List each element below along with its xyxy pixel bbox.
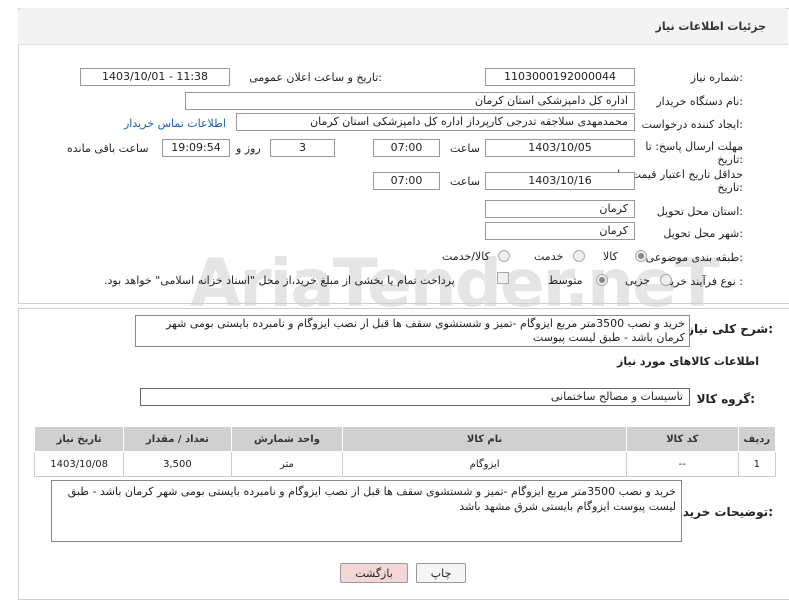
summary-label: شرح کلی نیاز: xyxy=(687,322,773,336)
buyer-notes-label: توضیحات خریدار: xyxy=(671,505,773,519)
back-button[interactable]: بازگشت xyxy=(340,563,408,583)
announce-label: تاریخ و ساعت اعلان عمومی: xyxy=(249,71,382,84)
days-label: روز و xyxy=(236,142,261,155)
deadline-label: مهلت ارسال پاسخ: تا xyxy=(645,140,743,153)
goods-section-title: اطلاعات کالاهای مورد نیاز xyxy=(617,355,759,368)
validity-time-label: ساعت xyxy=(450,175,480,188)
goods-group-label: گروه کالا: xyxy=(696,392,755,406)
goods-group-field[interactable]: تاسیسات و مصالح ساختمانی xyxy=(140,388,690,406)
need-number-label: شماره نیاز: xyxy=(690,71,743,84)
province-field[interactable]: کرمان xyxy=(485,200,635,218)
goods-table-header: تاریخ نیاز تعداد / مقدار واحد شمارش نام … xyxy=(33,426,777,452)
contact-info-link[interactable]: اطلاعات تماس خریدار xyxy=(124,117,226,130)
buyer-org-label: نام دستگاه خریدار: xyxy=(656,95,743,108)
announce-field[interactable]: 1403/10/01 - 11:38 xyxy=(80,68,230,86)
deadline-date-label: تاریخ: xyxy=(717,153,743,166)
province-label: استان محل تحویل: xyxy=(656,205,743,218)
need-number-field[interactable]: 1103000192000044 xyxy=(485,68,635,86)
col-need-date: تاریخ نیاز xyxy=(33,426,125,452)
category-goods-label: کالا xyxy=(603,250,618,263)
creator-field[interactable]: محمدمهدی سلاجقه تدرجی کارپرداز اداره کل … xyxy=(236,113,635,131)
table-row[interactable]: 1403/10/08 3,500 متر ایزوگام -- 1 xyxy=(33,451,777,477)
process-radio-medium[interactable] xyxy=(596,274,608,286)
process-label: نوع فرآیند خرید : xyxy=(665,275,743,288)
validity-date-field[interactable]: 1403/10/16 xyxy=(485,172,635,190)
col-quantity: تعداد / مقدار xyxy=(123,426,232,452)
buyer-notes-textarea[interactable]: خرید و نصب 3500متر مربع ایزوگام -تمیز و … xyxy=(51,480,682,542)
print-button[interactable]: چاپ xyxy=(416,563,466,583)
summary-textarea[interactable]: خرید و نصب 3500متر مربع ایزوگام -تمیز و … xyxy=(135,315,690,347)
remain-time-field[interactable]: 19:09:54 xyxy=(162,139,230,157)
category-radio-both[interactable] xyxy=(498,250,510,262)
cell-unit: متر xyxy=(230,451,344,477)
category-radio-goods[interactable] xyxy=(635,250,647,262)
validity-date-label: تاریخ: xyxy=(717,181,743,194)
treasury-checkbox[interactable] xyxy=(497,272,509,284)
page-title: جزئیات اطلاعات نیاز xyxy=(655,20,767,33)
col-row-number: ردیف xyxy=(737,426,777,452)
city-label: شهر محل تحویل: xyxy=(663,227,743,240)
cell-quantity: 3,500 xyxy=(123,451,232,477)
category-label: طبقه بندی موضوعی: xyxy=(645,251,743,264)
cell-item-name: ایزوگام xyxy=(342,451,627,477)
cell-row-number: 1 xyxy=(737,451,777,477)
validity-label: حداقل تاریخ اعتبار قیمت: تا xyxy=(617,168,743,181)
buyer-org-field[interactable]: اداره کل دامپزشکی استان کرمان xyxy=(185,92,635,110)
deadline-time-label: ساعت xyxy=(450,142,480,155)
col-unit: واحد شمارش xyxy=(230,426,344,452)
creator-label: ایجاد کننده درخواست: xyxy=(641,118,743,131)
cell-need-date: 1403/10/08 xyxy=(33,451,125,477)
process-radio-minor[interactable] xyxy=(660,274,672,286)
city-field[interactable]: کرمان xyxy=(485,222,635,240)
deadline-time-field[interactable]: 07:00 xyxy=(373,139,440,157)
category-radio-service[interactable] xyxy=(573,250,585,262)
remain-label: ساعت باقی مانده xyxy=(67,142,149,155)
payment-note: پرداخت تمام یا بخشی از مبلغ خرید،از محل … xyxy=(104,274,455,287)
col-item-code: کد کالا xyxy=(625,426,739,452)
days-field[interactable]: 3 xyxy=(270,139,335,157)
process-medium-label: متوسط xyxy=(548,274,583,287)
category-both-label: کالا/خدمت xyxy=(442,250,490,263)
deadline-date-field[interactable]: 1403/10/05 xyxy=(485,139,635,157)
process-minor-label: جزیی xyxy=(625,274,651,287)
category-service-label: خدمت xyxy=(534,250,564,263)
goods-table: تاریخ نیاز تعداد / مقدار واحد شمارش نام … xyxy=(33,426,777,477)
cell-item-code: -- xyxy=(625,451,739,477)
col-item-name: نام کالا xyxy=(342,426,627,452)
panel-header: جزئیات اطلاعات نیاز xyxy=(18,8,788,45)
validity-time-field[interactable]: 07:00 xyxy=(373,172,440,190)
